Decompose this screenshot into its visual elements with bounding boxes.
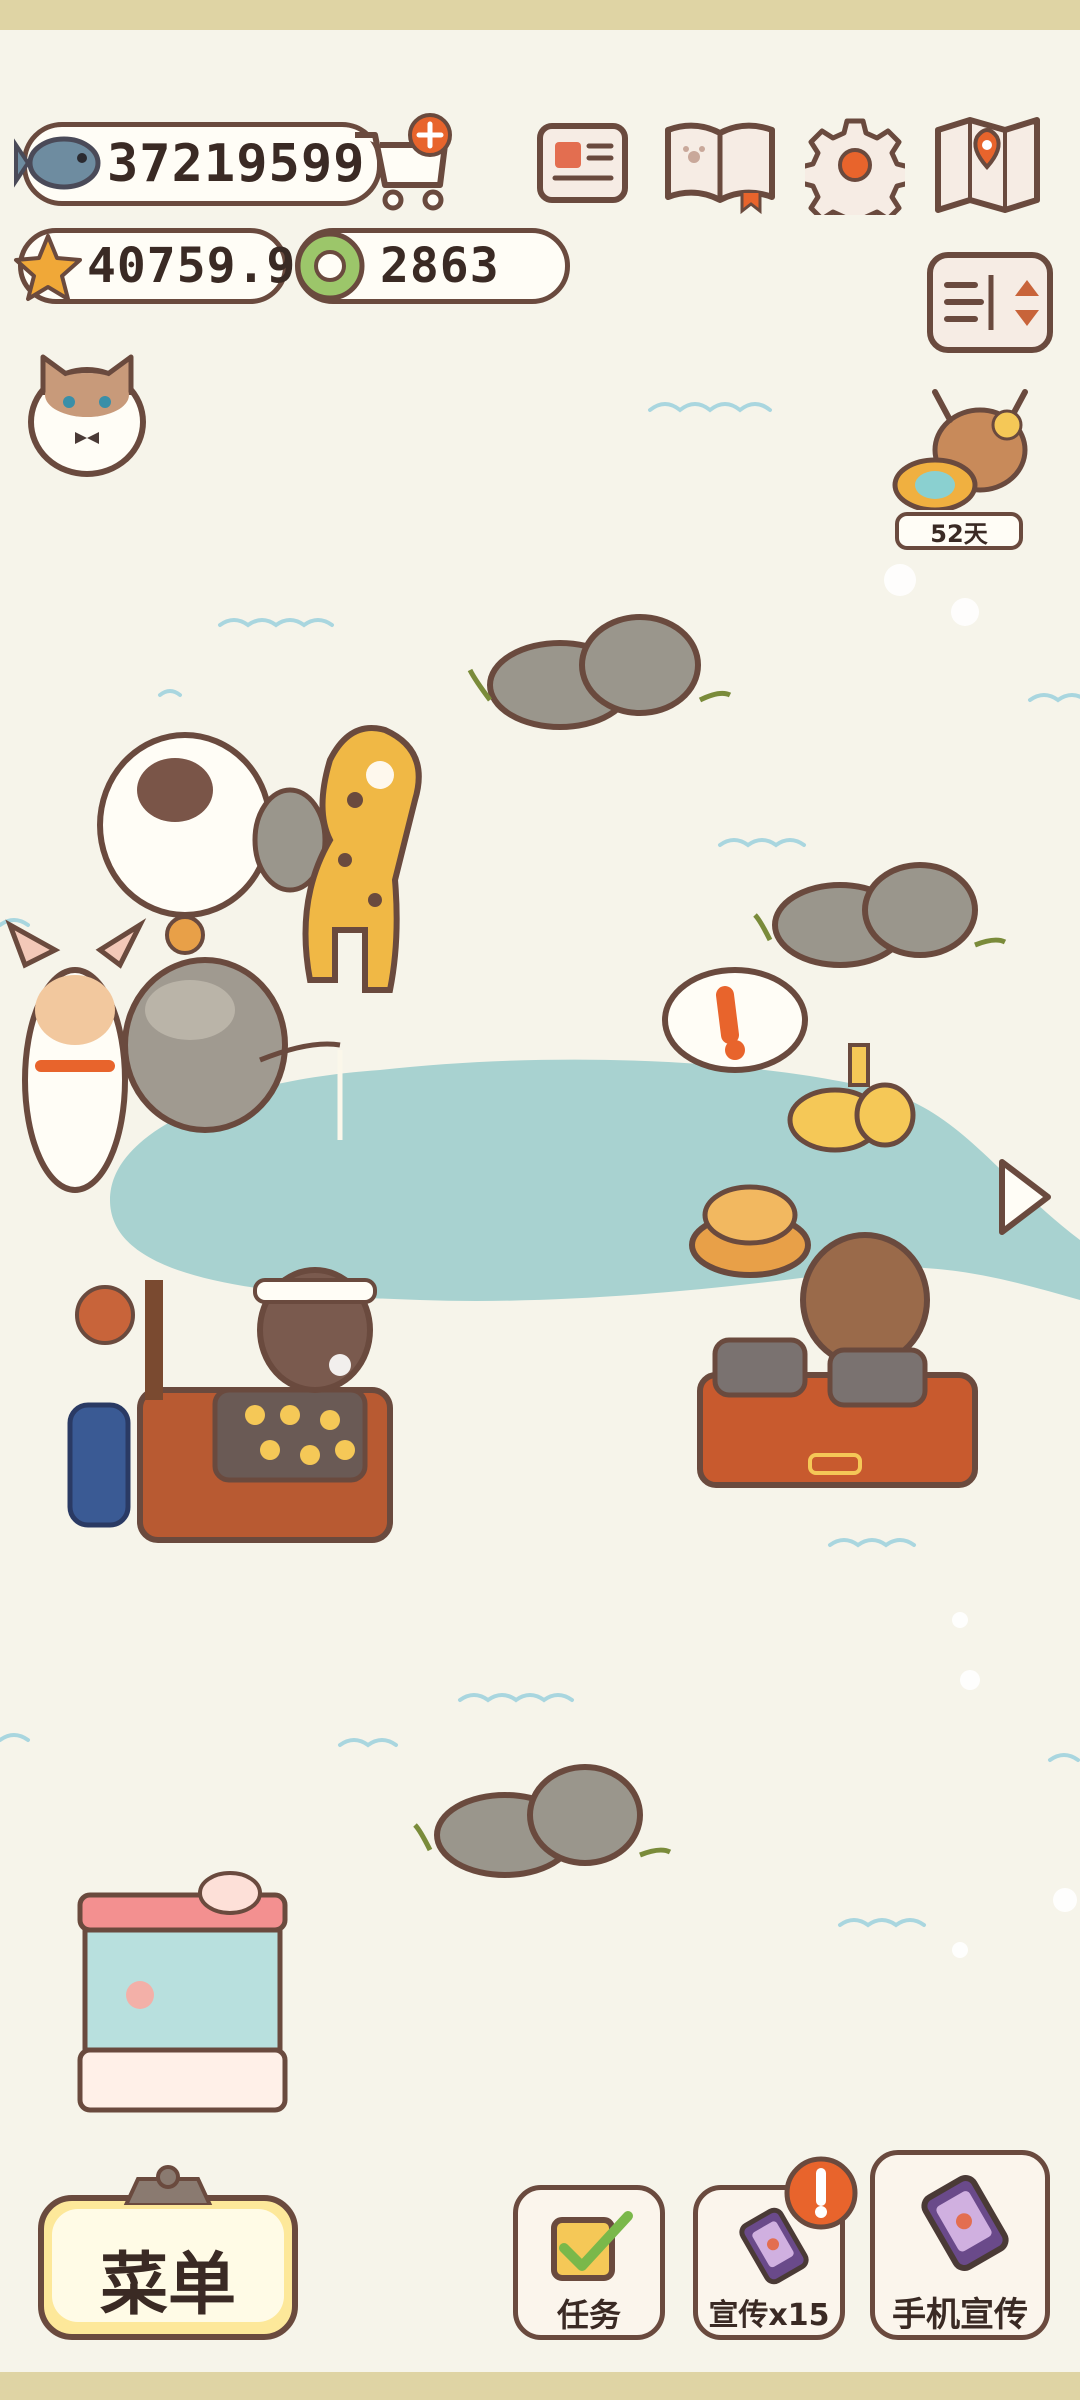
- bottom-band: [0, 2372, 1080, 2400]
- dog-character: [5, 918, 147, 1193]
- checkbox-task-icon: [551, 2211, 633, 2281]
- cat-avatar-icon: [28, 354, 146, 477]
- deer-event-icon: [892, 389, 1028, 510]
- exclamation-icon: [784, 2156, 858, 2230]
- layout-toggle-button[interactable]: [925, 250, 1055, 355]
- task-button[interactable]: 任务: [513, 2185, 665, 2340]
- game-scene: [0, 402, 1080, 2113]
- promote-label: 宣传x15: [708, 2298, 830, 2333]
- donut-ring-icon: [295, 231, 365, 301]
- cake-item: [787, 1043, 916, 1153]
- shop-cart-icon: [355, 113, 452, 211]
- fish-tank-decoration: [77, 1871, 288, 2113]
- player-avatar-button[interactable]: [25, 340, 150, 480]
- gear-icon: [805, 118, 905, 215]
- phone-icon: [921, 2175, 1009, 2271]
- fish-icon: [14, 136, 101, 190]
- phone-promote-label: 手机宣传: [892, 2295, 1028, 2335]
- shop-cart-button[interactable]: [345, 110, 460, 215]
- phone-promote-button[interactable]: 手机宣传: [870, 2150, 1050, 2340]
- paw-book-button[interactable]: [660, 115, 780, 215]
- rock-group: [467, 614, 732, 730]
- star-icon: [14, 234, 82, 301]
- menu-button[interactable]: 菜单: [38, 2165, 298, 2340]
- paw-book-icon: [665, 122, 775, 215]
- chevron-right-icon: [999, 1159, 1051, 1235]
- tiger-character: [689, 1184, 811, 1278]
- promote-alert-badge: [783, 2155, 859, 2231]
- next-area-button[interactable]: [990, 1150, 1060, 1245]
- clip-icon: [123, 2165, 213, 2205]
- menu-label: 菜单: [99, 2246, 236, 2325]
- event-button[interactable]: 52天: [885, 380, 1045, 555]
- event-days-label: 52天: [930, 519, 988, 548]
- sheep-character: [97, 732, 328, 918]
- newspaper-icon: [537, 123, 628, 203]
- hyena-character: [302, 725, 422, 993]
- event-days-badge: 52天: [895, 512, 1023, 550]
- star-count: 40759.9: [87, 238, 297, 294]
- map-button[interactable]: [930, 112, 1045, 217]
- bear-food-stall-left: [67, 1267, 393, 1543]
- news-button[interactable]: [535, 118, 630, 208]
- settings-button[interactable]: [805, 115, 905, 215]
- alert-bubble: [662, 967, 808, 1073]
- layout-toggle-icon: [927, 252, 1053, 353]
- task-label: 任务: [556, 2296, 621, 2334]
- map-icon: [935, 117, 1040, 213]
- ring-count: 2863: [380, 238, 500, 294]
- fish-count: 37219599: [107, 134, 366, 194]
